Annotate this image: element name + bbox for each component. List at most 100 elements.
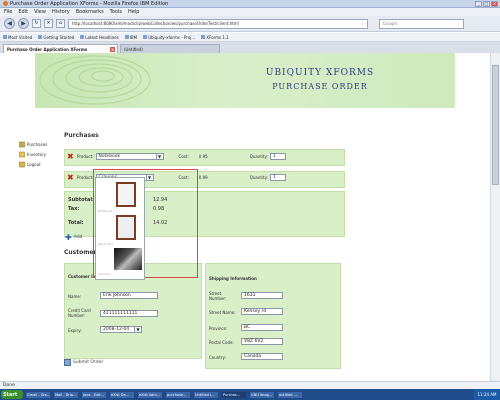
bookmark-most-visited[interactable]: Most Visited (3, 35, 32, 40)
dropdown-caption: Crayons (98, 272, 111, 276)
bookmark-ubiquity[interactable]: Ubiquity-xforms - Proj... (143, 35, 195, 40)
crayons-image[interactable] (114, 248, 142, 270)
close-tab-icon[interactable]: × (110, 46, 115, 52)
nav-inventory[interactable]: Inventory (19, 149, 59, 159)
window-titlebar: Purchase Order Application XForms - Mozi… (0, 0, 500, 8)
taskbar-item[interactable]: Purchas... (221, 390, 247, 399)
bookmark-ibm[interactable]: IBM (124, 35, 137, 40)
rss-icon (80, 35, 85, 39)
logout-icon (19, 161, 25, 167)
window-title: Purchase Order Application XForms - Mozi… (10, 0, 169, 7)
swirl-logo-graphic (39, 55, 151, 105)
stop-button[interactable]: × (44, 19, 53, 28)
menu-tools[interactable]: Tools (110, 9, 122, 15)
firefox-icon (3, 1, 8, 6)
customer-info-heading: Customer In (68, 274, 96, 279)
menu-view[interactable]: View (34, 9, 46, 15)
expiry-select[interactable]: 2008-12-04 ▼ (100, 326, 142, 333)
banner-subtitle: PURCHASE ORDER (272, 82, 368, 91)
remove-line-icon[interactable]: ✖ (67, 153, 74, 161)
submit-icon (64, 359, 71, 366)
maximize-button[interactable]: □ (483, 0, 490, 7)
street-name-label: Street Name: (209, 310, 236, 315)
home-button[interactable]: ⌂ (56, 19, 65, 28)
province-input[interactable]: BC (241, 324, 283, 331)
street-number-label: Street Number: (209, 291, 227, 301)
bookmark-latest-headlines[interactable]: Latest Headlines (80, 35, 119, 40)
quantity-label: Quantity: (249, 154, 269, 159)
nav-purchases[interactable]: Purchases (19, 139, 59, 149)
status-bar: Done (0, 381, 500, 389)
tax-label: Tax: (68, 206, 80, 212)
tab-purchase-order[interactable]: Purchase Order Application XForms × (3, 44, 118, 53)
reload-button[interactable]: ↻ (32, 19, 41, 28)
plus-icon: ✚ (65, 233, 72, 242)
status-text: Done (3, 383, 15, 388)
taskbar-item[interactable]: Mail - Drip... (53, 390, 79, 399)
windows-taskbar: Start Gmail - Gro... Mail - Drip... Java… (0, 389, 500, 400)
name-input[interactable]: Erik Johnson (100, 292, 158, 299)
back-button[interactable]: ◀ (4, 18, 15, 29)
search-placeholder: Google (383, 21, 398, 26)
taskbar-item[interactable]: eXist Da... (109, 390, 135, 399)
submit-order-button[interactable]: Submit Order (64, 359, 103, 366)
banner-title: UBIQUITY XFORMS (265, 68, 375, 78)
country-input[interactable]: Canada (241, 353, 283, 360)
menu-help[interactable]: Help (128, 9, 139, 15)
menu-file[interactable]: File (4, 9, 12, 15)
navigation-toolbar: ◀ ▶ ↻ × ⌂ http://localhost:8080/xml/mod/… (0, 16, 500, 32)
taskbar-item[interactable]: purchase... (165, 390, 191, 399)
minimize-button[interactable]: _ (475, 0, 482, 7)
start-button[interactable]: Start (1, 390, 23, 399)
country-label: Country: (209, 355, 226, 360)
bookmark-icon (143, 35, 148, 39)
street-number-input[interactable]: 1631 (241, 292, 283, 299)
subtotal-label: Subtotal: (68, 197, 95, 203)
bookmark-icon (38, 35, 43, 39)
bookmarks-toolbar: Most Visited Getting Started Latest Head… (0, 33, 500, 42)
quantity-input[interactable]: 1 (270, 174, 287, 181)
shipping-heading: Shipping Information (209, 276, 257, 281)
tab-untitled[interactable]: (Untitled) (120, 44, 220, 53)
forward-button[interactable]: ▶ (18, 18, 29, 29)
chevron-down-icon: ▼ (155, 154, 163, 159)
add-line-button[interactable]: ✚ Add (65, 233, 82, 242)
product-select[interactable]: Notebook ▼ (95, 153, 164, 160)
quantity-input[interactable]: 1 (270, 153, 287, 160)
quantity-label: Quantity: (249, 175, 269, 180)
name-label: Name: (68, 294, 82, 299)
paper-pad-image[interactable] (116, 215, 136, 240)
vertical-scrollbar[interactable] (490, 53, 500, 381)
postal-code-input[interactable]: V8Z 6V2 (241, 338, 283, 345)
nav-logout[interactable]: Logout (19, 159, 59, 169)
menu-history[interactable]: History (52, 9, 70, 15)
remove-line-icon[interactable]: ✖ (67, 174, 74, 182)
province-label: Province: (209, 326, 228, 331)
taskbar-item[interactable]: Gmail - Gro... (25, 390, 51, 399)
notebook-image[interactable] (116, 182, 136, 207)
expiry-label: Expiry: (68, 328, 82, 333)
menu-edit[interactable]: Edit (18, 9, 28, 15)
taskbar-item[interactable]: Untitled I... (193, 390, 219, 399)
taskbar-item[interactable]: untitled -... (277, 390, 303, 399)
scrollbar-thumb[interactable] (492, 65, 499, 185)
close-window-button[interactable]: × (491, 0, 498, 7)
search-input[interactable]: Google (379, 18, 464, 29)
side-navigation: Purchases Inventory Logout (19, 139, 59, 169)
taskbar-item[interactable]: Java - Edit... (81, 390, 107, 399)
taskbar-item[interactable]: GNU Imag... (249, 390, 275, 399)
card-input[interactable]: 411111111111 (100, 310, 158, 317)
bookmark-icon (124, 35, 129, 39)
product-label: Product: (77, 154, 94, 159)
url-bar[interactable]: http://localhost:8080/xml/mod/clip/webCo… (68, 18, 368, 29)
bookmark-icon (201, 35, 206, 39)
taskbar-item[interactable]: eXist Adm... (137, 390, 163, 399)
box-icon (19, 151, 25, 157)
bookmark-getting-started[interactable]: Getting Started (38, 35, 74, 40)
bookmark-xforms[interactable]: XForms 1.1 (201, 35, 229, 40)
menu-bookmarks[interactable]: Bookmarks (76, 9, 104, 15)
product-dropdown-list[interactable]: Notebook Paper Pad Crayons (95, 177, 145, 280)
street-name-input[interactable]: Kensey rd (241, 308, 283, 315)
bookmark-star-icon[interactable]: ☆ (360, 21, 367, 26)
purchase-line-1-row: ✖ Product: Notebook ▼ Cost: 0.95 Quantit… (67, 153, 287, 161)
